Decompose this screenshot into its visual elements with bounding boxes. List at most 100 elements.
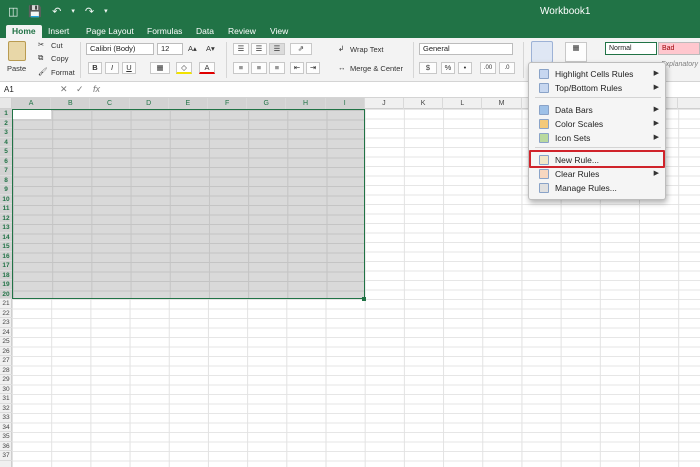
column-header[interactable]: C — [90, 98, 130, 109]
row-header[interactable]: 4 — [0, 137, 12, 147]
customize-icon[interactable]: ▾ — [104, 5, 108, 19]
row-header[interactable]: 21 — [0, 299, 12, 309]
row-header[interactable]: 10 — [0, 194, 12, 204]
tab-insert[interactable]: Insert — [42, 25, 75, 38]
column-header[interactable]: E — [168, 98, 208, 109]
menu-item[interactable]: Data Bars ▶ — [529, 103, 665, 117]
align-left-icon[interactable]: ≡ — [233, 62, 249, 74]
menu-item[interactable]: Clear Rules ▶ — [529, 167, 665, 181]
cut-button[interactable]: Cut — [51, 41, 63, 50]
decrease-decimal-button[interactable]: .0 — [499, 62, 515, 74]
column-header[interactable]: J — [365, 98, 404, 109]
undo-icon[interactable]: ↶ — [52, 5, 61, 19]
style-bad[interactable]: Bad — [658, 42, 700, 55]
save-icon[interactable]: 💾 — [28, 5, 42, 19]
font-name-select[interactable]: Calibri (Body) — [86, 43, 154, 55]
column-header[interactable]: M — [482, 98, 522, 109]
undo-dropdown-icon[interactable]: ▾ — [71, 5, 75, 19]
row-header[interactable]: 32 — [0, 404, 12, 413]
wrap-text-icon[interactable]: ↲ — [338, 44, 344, 53]
selected-range[interactable] — [12, 109, 365, 299]
column-header[interactable]: I — [325, 98, 365, 109]
active-cell[interactable] — [13, 110, 51, 119]
style-normal[interactable]: Normal — [605, 42, 657, 55]
copy-button[interactable]: Copy — [51, 54, 69, 63]
row-header[interactable]: 6 — [0, 156, 12, 166]
tab-review[interactable]: Review — [222, 25, 262, 38]
number-format-select[interactable]: General — [419, 43, 513, 55]
tab-home[interactable]: Home — [6, 25, 42, 38]
conditional-formatting-button[interactable] — [531, 41, 553, 63]
increase-indent-icon[interactable]: ⇥ — [306, 62, 320, 74]
fill-handle[interactable] — [362, 297, 366, 301]
column-header[interactable]: D — [129, 98, 169, 109]
row-header[interactable]: 9 — [0, 185, 12, 195]
row-header[interactable]: 7 — [0, 166, 12, 176]
column-header[interactable]: L — [443, 98, 483, 109]
cut-icon[interactable]: ✂ — [38, 40, 44, 49]
format-as-table-icon[interactable]: ▦ — [565, 42, 587, 62]
row-header[interactable]: 31 — [0, 394, 12, 404]
tab-page-layout[interactable]: Page Layout — [80, 25, 140, 38]
row-header[interactable]: 25 — [0, 337, 12, 347]
font-color-button[interactable]: A — [199, 62, 215, 74]
align-right-icon[interactable]: ≡ — [269, 62, 285, 74]
row-header[interactable]: 22 — [0, 309, 12, 318]
row-header[interactable]: 2 — [0, 118, 12, 128]
row-header[interactable]: 30 — [0, 385, 12, 394]
percent-button[interactable]: % — [441, 62, 455, 74]
copy-icon[interactable]: ⧉ — [38, 53, 43, 63]
menu-item[interactable]: Highlight Cells Rules ▶ — [529, 67, 665, 81]
row-header[interactable]: 37 — [0, 451, 12, 461]
cancel-icon[interactable]: ✕ — [60, 84, 68, 95]
menu-item[interactable]: Top/Bottom Rules ▶ — [529, 81, 665, 95]
comma-button[interactable]: • — [458, 62, 472, 74]
row-header[interactable]: 29 — [0, 375, 12, 385]
underline-button[interactable]: U — [122, 62, 136, 74]
paste-icon[interactable] — [8, 41, 26, 61]
row-header[interactable]: 34 — [0, 423, 12, 432]
paste-button[interactable]: Paste — [7, 64, 26, 73]
redo-icon[interactable]: ↷ — [85, 5, 94, 19]
decrease-indent-icon[interactable]: ⇤ — [290, 62, 304, 74]
tab-formulas[interactable]: Formulas — [141, 25, 188, 38]
align-bottom-icon[interactable]: ☰ — [269, 43, 285, 55]
formula-input[interactable] — [110, 84, 530, 96]
italic-button[interactable]: I — [105, 62, 119, 74]
column-header[interactable]: G — [247, 98, 287, 109]
row-header[interactable]: 27 — [0, 356, 12, 366]
enter-icon[interactable]: ✓ — [76, 84, 84, 95]
row-header[interactable]: 3 — [0, 128, 12, 138]
orientation-icon[interactable]: ⇗ — [290, 43, 312, 55]
row-header[interactable]: 28 — [0, 366, 12, 375]
increase-decimal-button[interactable]: .00 — [480, 62, 496, 74]
row-header[interactable]: 11 — [0, 204, 12, 214]
grow-font-button[interactable]: A▴ — [188, 44, 197, 53]
row-header[interactable]: 35 — [0, 432, 12, 442]
tab-data[interactable]: Data — [190, 25, 220, 38]
row-header[interactable]: 24 — [0, 328, 12, 337]
row-header[interactable]: 36 — [0, 442, 12, 451]
format-painter-button[interactable]: Format — [51, 68, 75, 77]
align-middle-icon[interactable]: ☰ — [251, 43, 267, 55]
sidebar-icon[interactable]: ◫ — [8, 5, 18, 19]
tab-view[interactable]: View — [264, 25, 294, 38]
align-top-icon[interactable]: ☰ — [233, 43, 249, 55]
column-header[interactable]: F — [208, 98, 248, 109]
column-header[interactable]: H — [286, 98, 326, 109]
bold-button[interactable]: B — [88, 62, 102, 74]
menu-item[interactable]: Manage Rules... — [529, 181, 665, 195]
row-header[interactable]: 8 — [0, 175, 12, 185]
fill-color-button[interactable]: ◇ — [176, 62, 192, 74]
row-header[interactable]: 19 — [0, 280, 12, 290]
row-header[interactable]: 14 — [0, 232, 12, 242]
row-header[interactable]: 15 — [0, 242, 12, 252]
font-size-select[interactable]: 12 — [157, 43, 183, 55]
row-header[interactable]: 26 — [0, 347, 12, 356]
column-header[interactable]: B — [51, 98, 91, 109]
row-header[interactable]: 16 — [0, 251, 12, 261]
row-header[interactable]: 12 — [0, 213, 12, 223]
borders-icon[interactable]: ▦ — [150, 62, 170, 74]
menu-item[interactable]: Icon Sets ▶ — [529, 131, 665, 145]
menu-item[interactable]: Color Scales ▶ — [529, 117, 665, 131]
